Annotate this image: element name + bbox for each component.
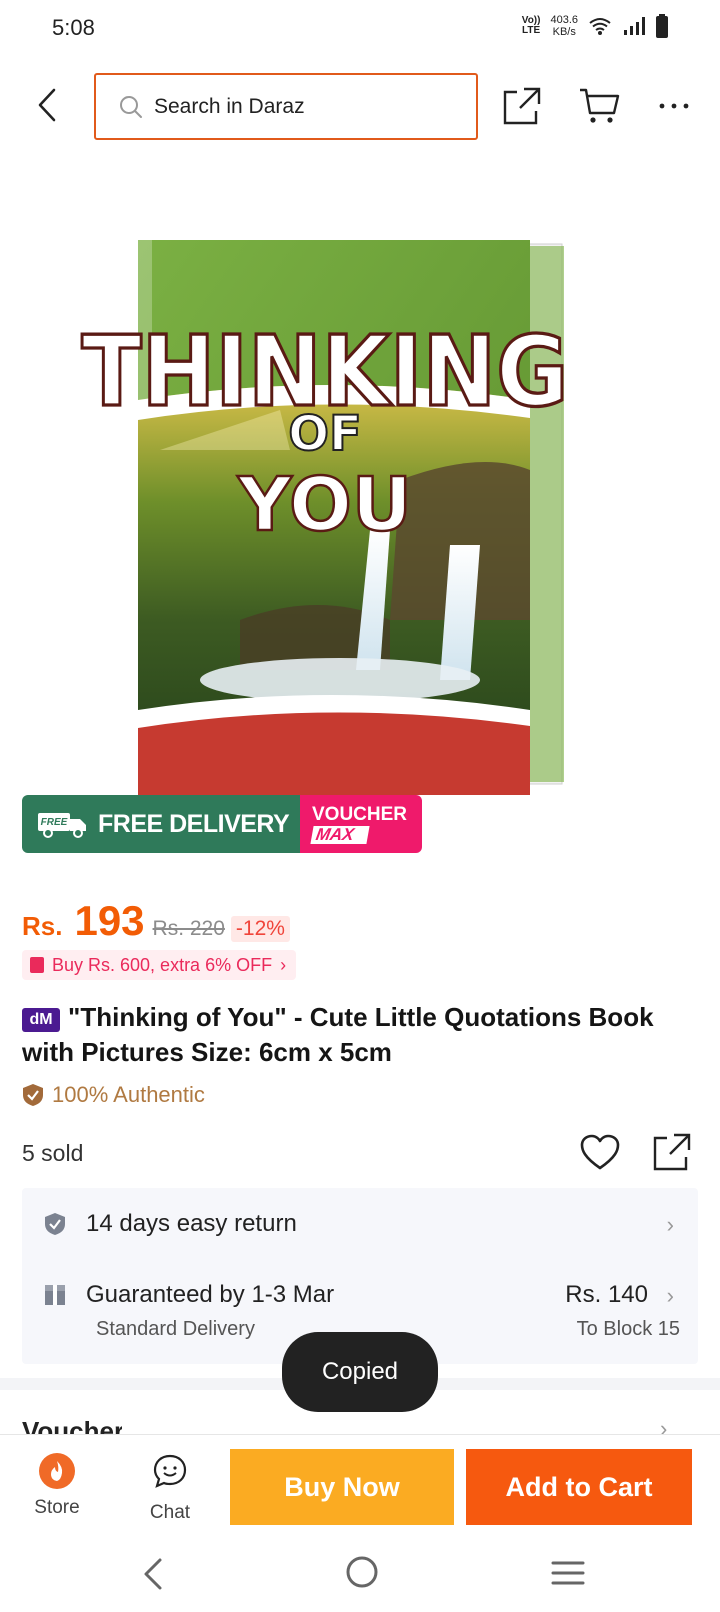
flame-icon: [51, 1461, 63, 1481]
bundle-promo[interactable]: Buy Rs. 600, extra 6% OFF ›: [22, 950, 297, 980]
price-currency: Rs.: [22, 911, 63, 941]
system-nav-bar: [0, 1540, 720, 1612]
add-to-cart-button[interactable]: Add to Cart: [466, 1449, 692, 1525]
shield-check-icon: [45, 1213, 65, 1235]
nav-back-icon[interactable]: [138, 1554, 168, 1594]
daraz-mall-badge: dM: [22, 1008, 60, 1032]
shield-check-icon: [23, 1084, 43, 1106]
volte-indicator: Vo)) LTE: [521, 15, 541, 36]
voucher-max-label: MAX: [310, 825, 370, 844]
more-options-icon[interactable]: [656, 86, 692, 126]
share-icon[interactable]: [652, 1132, 692, 1172]
search-placeholder: Search in Daraz: [154, 94, 305, 118]
buy-now-button[interactable]: Buy Now: [230, 1449, 454, 1525]
product-title: dM "Thinking of You" - Cute Little Quotat…: [22, 1000, 702, 1070]
chevron-right-icon: ›: [666, 1212, 674, 1237]
original-price: Rs. 220: [152, 917, 225, 940]
promo-banner: FREE FREE DELIVERY VOUCHER MAX: [22, 795, 422, 853]
chat-label: Chat: [149, 1502, 191, 1523]
price-row: Rs. 193 Rs. 220 -12%: [22, 897, 290, 945]
delivery-fee: Rs. 140: [565, 1281, 648, 1308]
free-delivery-label: FREE DELIVERY: [98, 809, 290, 838]
svg-text:FREE: FREE: [41, 817, 68, 828]
delivery-guarantee-label: Guaranteed by 1-3 Mar: [86, 1281, 335, 1308]
header: Search in Daraz: [0, 70, 720, 142]
chat-button[interactable]: Chat: [135, 1453, 205, 1523]
authentic-label: 100% Authentic: [52, 1082, 205, 1107]
product-title-text: "Thinking of You" - Cute Little Quotatio…: [22, 1002, 654, 1067]
search-input[interactable]: Search in Daraz: [94, 73, 478, 140]
voucher-max-badge: VOUCHER MAX: [300, 795, 422, 853]
wifi-icon: [589, 18, 611, 35]
battery-icon: [656, 14, 668, 38]
price-value: 193: [74, 897, 145, 944]
discount-badge: -12%: [230, 916, 290, 942]
share-icon[interactable]: [502, 86, 542, 126]
chevron-right-icon: ›: [660, 1416, 668, 1434]
cart-icon[interactable]: [578, 86, 620, 126]
nav-recents-icon[interactable]: [550, 1558, 586, 1588]
return-policy-label: 14 days easy return: [86, 1210, 297, 1237]
store-icon: [39, 1453, 75, 1489]
delivery-type: Standard Delivery: [96, 1318, 255, 1340]
status-bar: 5:08 Vo)) LTE 403.6 KB/s: [0, 0, 720, 60]
heart-icon[interactable]: [580, 1134, 620, 1172]
chevron-right-icon: ›: [280, 954, 287, 975]
delivery-location: To Block 15: [576, 1318, 680, 1340]
delivery-row[interactable]: Guaranteed by 1-3 Mar Rs. 140 ›: [44, 1281, 674, 1309]
network-speed: 403.6 KB/s: [550, 14, 578, 38]
promo-text: Buy Rs. 600, extra 6% OFF: [52, 954, 273, 975]
chevron-right-icon: ›: [666, 1283, 674, 1308]
sold-count: 5 sold: [22, 1140, 84, 1166]
store-label: Store: [34, 1497, 80, 1518]
bottom-action-bar: Store Chat Buy Now Add to Cart: [0, 1434, 720, 1536]
chat-icon: [153, 1454, 187, 1488]
truck-icon: FREE: [38, 813, 86, 838]
copied-toast: Copied: [282, 1332, 438, 1412]
status-time: 5:08: [52, 15, 95, 40]
product-image[interactable]: THINKING OF YOU: [60, 150, 660, 850]
package-icon: [45, 1285, 65, 1305]
status-icons: Vo)) LTE 403.6 KB/s: [522, 14, 668, 38]
signal-icon: [624, 17, 645, 35]
svg-text:YOU: YOU: [237, 462, 412, 548]
search-icon: [120, 95, 142, 118]
return-policy-row[interactable]: 14 days easy return ›: [44, 1210, 674, 1238]
store-button[interactable]: Store: [22, 1453, 92, 1523]
nav-home-icon[interactable]: [344, 1554, 380, 1590]
svg-text:OF: OF: [288, 406, 362, 462]
voucher-label: VOUCHER: [312, 803, 408, 825]
authentic-badge: 100% Authentic: [22, 1082, 205, 1108]
next-section-title: Vouchers: [22, 1416, 122, 1434]
promo-tag-icon: [30, 957, 44, 973]
back-arrow-icon[interactable]: [28, 82, 68, 128]
free-delivery-badge: FREE FREE DELIVERY: [22, 795, 300, 853]
